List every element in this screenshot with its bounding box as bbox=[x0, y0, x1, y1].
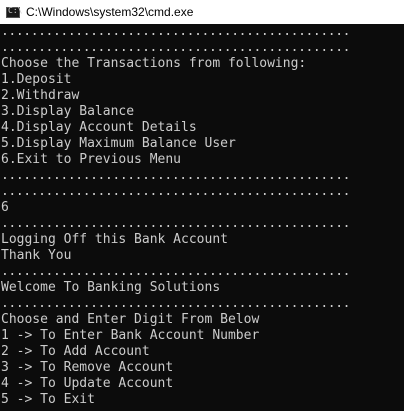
separator-line: ........................................… bbox=[1, 168, 351, 183]
console-line: Logging Off this Bank Account bbox=[1, 232, 228, 247]
console-output[interactable]: ........................................… bbox=[0, 24, 404, 411]
separator-line: ........................................… bbox=[1, 184, 351, 199]
console-line: 6 bbox=[1, 200, 9, 215]
console-line: 3.Display Balance bbox=[1, 104, 135, 119]
cmd-icon: C:\ bbox=[6, 6, 22, 18]
console-line: 2 -> To Add Account bbox=[1, 344, 150, 359]
separator-line: ........................................… bbox=[1, 264, 351, 279]
console-line: 1.Deposit bbox=[1, 72, 72, 87]
console-line: Choose the Transactions from following: bbox=[1, 56, 307, 71]
separator-line: ........................................… bbox=[1, 216, 351, 231]
console-line: 5 -> To Exit bbox=[1, 392, 95, 407]
title-bar[interactable]: C:\ C:\Windows\system32\cmd.exe bbox=[0, 0, 404, 24]
console-line: Welcome To Banking Solutions bbox=[1, 280, 221, 295]
cmd-window: C:\ C:\Windows\system32\cmd.exe ........… bbox=[0, 0, 404, 411]
console-line: 5.Display Maximum Balance User bbox=[1, 136, 236, 151]
console-line: 2.Withdraw bbox=[1, 88, 80, 103]
window-title: C:\Windows\system32\cmd.exe bbox=[26, 5, 194, 19]
separator-line: ........................................… bbox=[1, 40, 351, 55]
console-line: Thank You bbox=[1, 248, 72, 263]
console-line: Choose and Enter Digit From Below bbox=[1, 312, 260, 327]
console-line: 6.Exit to Previous Menu bbox=[1, 152, 182, 167]
console-line: 3 -> To Remove Account bbox=[1, 360, 174, 375]
console-lines: ........................................… bbox=[0, 24, 404, 411]
separator-line: ........................................… bbox=[1, 24, 351, 39]
console-line: 4 -> To Update Account bbox=[1, 376, 174, 391]
console-line: 4.Display Account Details bbox=[1, 120, 197, 135]
console-line: 1 -> To Enter Bank Account Number bbox=[1, 328, 260, 343]
separator-line: ........................................… bbox=[1, 296, 351, 311]
